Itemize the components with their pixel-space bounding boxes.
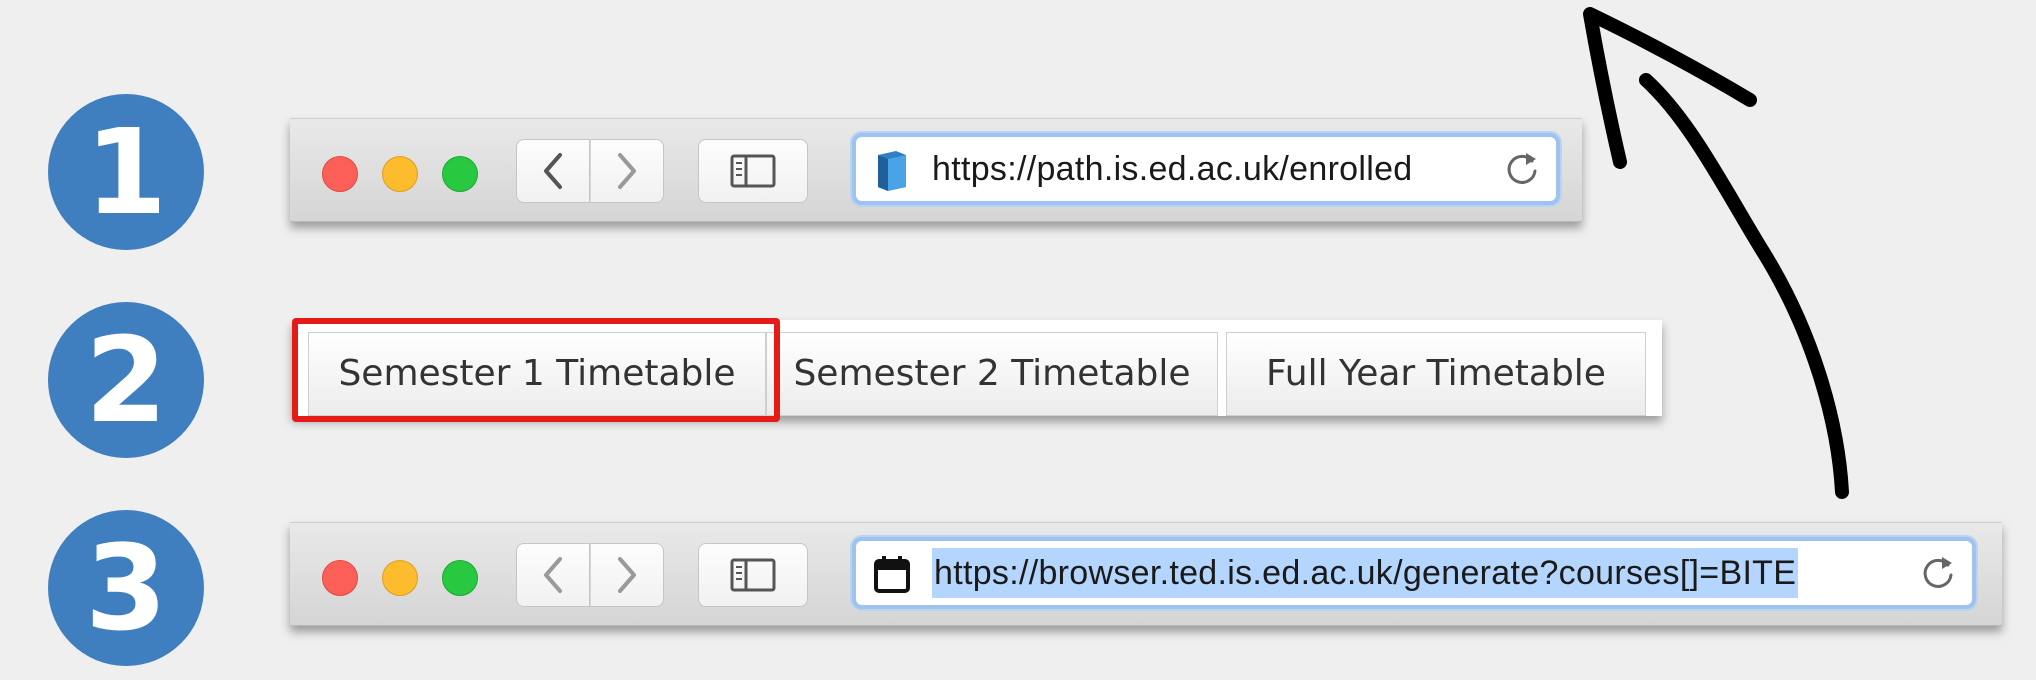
address-bar[interactable]: https://browser.ted.is.ed.ac.uk/generate…	[852, 537, 1976, 609]
chevron-left-icon	[544, 153, 562, 189]
back-button[interactable]	[516, 543, 590, 607]
sidebar-icon	[730, 154, 776, 188]
reload-icon[interactable]	[1918, 553, 1958, 593]
address-bar[interactable]: https://path.is.ed.ac.uk/enrolled	[852, 133, 1560, 205]
step-2-badge: 2	[48, 302, 204, 458]
chevron-right-icon	[618, 153, 636, 189]
calendar-icon	[874, 556, 910, 593]
zoom-window-button[interactable]	[442, 156, 478, 192]
book-icon	[878, 151, 906, 191]
zoom-window-button[interactable]	[442, 560, 478, 596]
url-text[interactable]: https://browser.ted.is.ed.ac.uk/generate…	[932, 548, 1799, 598]
minimize-window-button[interactable]	[382, 560, 418, 596]
tab-semester-1-timetable[interactable]: Semester 1 Timetable	[308, 332, 766, 416]
back-button[interactable]	[516, 139, 590, 203]
sidebar-toggle-button[interactable]	[698, 139, 808, 203]
step-3-badge: 3	[48, 510, 204, 666]
minimize-window-button[interactable]	[382, 156, 418, 192]
url-text[interactable]: https://path.is.ed.ac.uk/enrolled	[932, 137, 1413, 201]
forward-button[interactable]	[590, 543, 664, 607]
forward-button[interactable]	[590, 139, 664, 203]
step-1-badge: 1	[48, 94, 204, 250]
browser-toolbar-step-1: https://path.is.ed.ac.uk/enrolled	[290, 118, 1582, 222]
sidebar-toggle-button[interactable]	[698, 543, 808, 607]
tab-full-year-timetable[interactable]: Full Year Timetable	[1226, 332, 1646, 416]
tab-semester-2-timetable[interactable]: Semester 2 Timetable	[766, 332, 1218, 416]
reload-icon[interactable]	[1502, 149, 1542, 189]
close-window-button[interactable]	[322, 156, 358, 192]
chevron-left-icon	[544, 557, 562, 593]
browser-toolbar-step-3: https://browser.ted.is.ed.ac.uk/generate…	[290, 522, 2002, 626]
chevron-right-icon	[618, 557, 636, 593]
close-window-button[interactable]	[322, 560, 358, 596]
sidebar-icon	[730, 558, 776, 592]
timetable-tab-strip: Semester 1 Timetable Semester 2 Timetabl…	[292, 320, 1662, 416]
